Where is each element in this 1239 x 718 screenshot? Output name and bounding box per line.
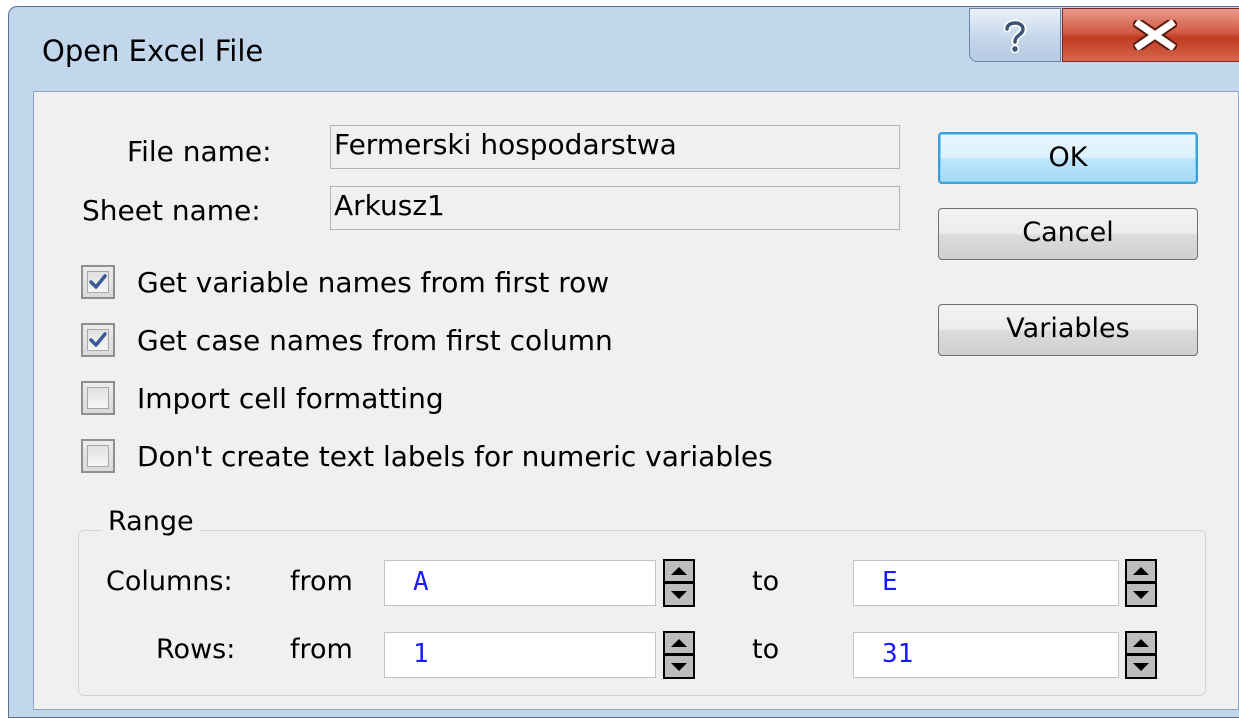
- sheet-name-label: Sheet name:: [82, 194, 261, 227]
- option-no-text-labels[interactable]: Don't create text labels for numeric var…: [81, 436, 773, 476]
- columns-to-spinner[interactable]: [1125, 559, 1157, 607]
- rows-from-input[interactable]: 1: [384, 632, 656, 678]
- columns-from-down-button[interactable]: [663, 583, 695, 607]
- no-text-labels-label: Don't create text labels for numeric var…: [137, 439, 773, 473]
- rows-from-label: from: [290, 634, 353, 665]
- file-name-label: File name:: [127, 135, 272, 168]
- variable-names-label: Get variable names from first row: [137, 265, 610, 299]
- checkmark-icon: [89, 274, 107, 289]
- rows-to-down-button[interactable]: [1125, 655, 1157, 679]
- checkmark-icon: [89, 332, 107, 347]
- ok-button[interactable]: OK: [938, 132, 1198, 184]
- case-names-checkbox[interactable]: [81, 323, 115, 357]
- case-names-label: Get case names from first column: [137, 323, 613, 357]
- dialog-title: Open Excel File: [42, 34, 264, 68]
- columns-to-input[interactable]: E: [853, 560, 1119, 606]
- cell-formatting-label: Import cell formatting: [137, 381, 444, 415]
- sheet-name-field[interactable]: Arkusz1: [330, 186, 900, 230]
- rows-label: Rows:: [156, 634, 236, 665]
- columns-from-spinner[interactable]: [663, 559, 695, 607]
- columns-to-label: to: [752, 566, 780, 597]
- triangle-down-icon: [671, 662, 687, 671]
- columns-label: Columns:: [106, 566, 233, 597]
- triangle-down-icon: [1133, 590, 1149, 599]
- range-group-title: Range: [102, 506, 200, 537]
- triangle-down-icon: [671, 590, 687, 599]
- rows-from-up-button[interactable]: [663, 631, 695, 655]
- rows-to-label: to: [752, 634, 780, 665]
- rows-from-spinner[interactable]: [663, 631, 695, 679]
- option-variable-names[interactable]: Get variable names from first row: [81, 262, 609, 302]
- rows-from-down-button[interactable]: [663, 655, 695, 679]
- rows-to-up-button[interactable]: [1125, 631, 1157, 655]
- option-cell-formatting[interactable]: Import cell formatting: [81, 378, 444, 418]
- close-button[interactable]: [1062, 8, 1239, 62]
- triangle-down-icon: [1133, 662, 1149, 671]
- help-button[interactable]: [969, 8, 1061, 62]
- cell-formatting-checkbox[interactable]: [81, 381, 115, 415]
- columns-to-down-button[interactable]: [1125, 583, 1157, 607]
- columns-to-up-button[interactable]: [1125, 559, 1157, 583]
- variable-names-checkbox[interactable]: [81, 265, 115, 299]
- rows-to-input[interactable]: 31: [853, 632, 1119, 678]
- cancel-button[interactable]: Cancel: [938, 208, 1198, 260]
- triangle-up-icon: [671, 639, 687, 647]
- triangle-up-icon: [1133, 639, 1149, 647]
- columns-from-label: from: [290, 566, 353, 597]
- triangle-up-icon: [671, 567, 687, 575]
- file-name-field[interactable]: Fermerski hospodarstwa: [330, 125, 900, 169]
- option-case-names[interactable]: Get case names from first column: [81, 320, 613, 360]
- no-text-labels-checkbox[interactable]: [81, 439, 115, 473]
- columns-from-input[interactable]: A: [384, 560, 656, 606]
- variables-button[interactable]: Variables: [938, 304, 1198, 356]
- close-x-icon: [1132, 20, 1177, 50]
- question-mark-icon: [1003, 19, 1027, 53]
- columns-from-up-button[interactable]: [663, 559, 695, 583]
- triangle-up-icon: [1133, 567, 1149, 575]
- rows-to-spinner[interactable]: [1125, 631, 1157, 679]
